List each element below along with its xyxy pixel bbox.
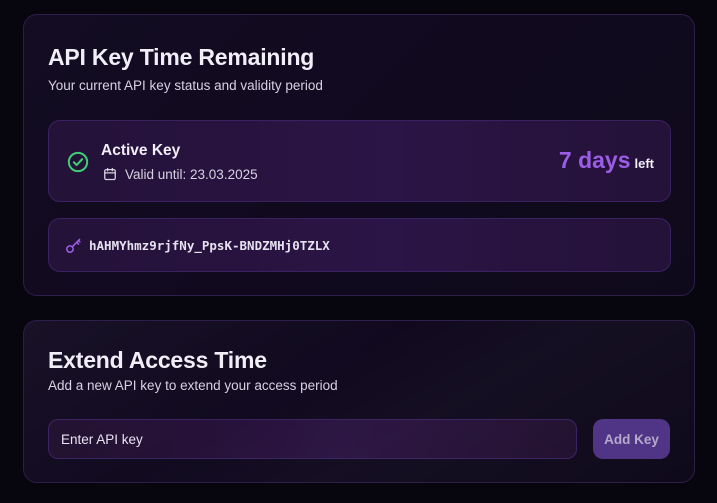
api-key-status-card: API Key Time Remaining Your current API … [23,14,695,296]
card-subtitle: Your current API key status and validity… [48,78,323,93]
api-key-value: hAHMYhmz9rjfNy_PpsK-BNDZMHj0TZLX [89,238,330,253]
status-label: Active Key [101,142,181,159]
extend-access-card: Extend Access Time Add a new API key to … [23,320,695,483]
active-key-status-panel: Active Key Valid until: 23.03.2025 7 day… [48,120,671,202]
valid-until-text: Valid until: 23.03.2025 [125,167,258,182]
key-icon [65,238,81,254]
days-remaining-suffix: left [634,156,655,171]
days-remaining-value: 7 days [558,147,631,173]
card-title: API Key Time Remaining [48,44,315,70]
api-key-input[interactable] [48,419,577,459]
card-title: Extend Access Time [48,347,267,373]
check-circle-icon [67,151,89,173]
days-remaining: 7 days left [559,147,654,174]
api-key-display: hAHMYhmz9rjfNy_PpsK-BNDZMHj0TZLX [48,218,671,272]
add-key-button[interactable]: Add Key [593,419,670,459]
page: API Key Time Remaining Your current API … [0,0,717,503]
card-subtitle: Add a new API key to extend your access … [48,378,338,393]
calendar-icon [104,167,116,181]
